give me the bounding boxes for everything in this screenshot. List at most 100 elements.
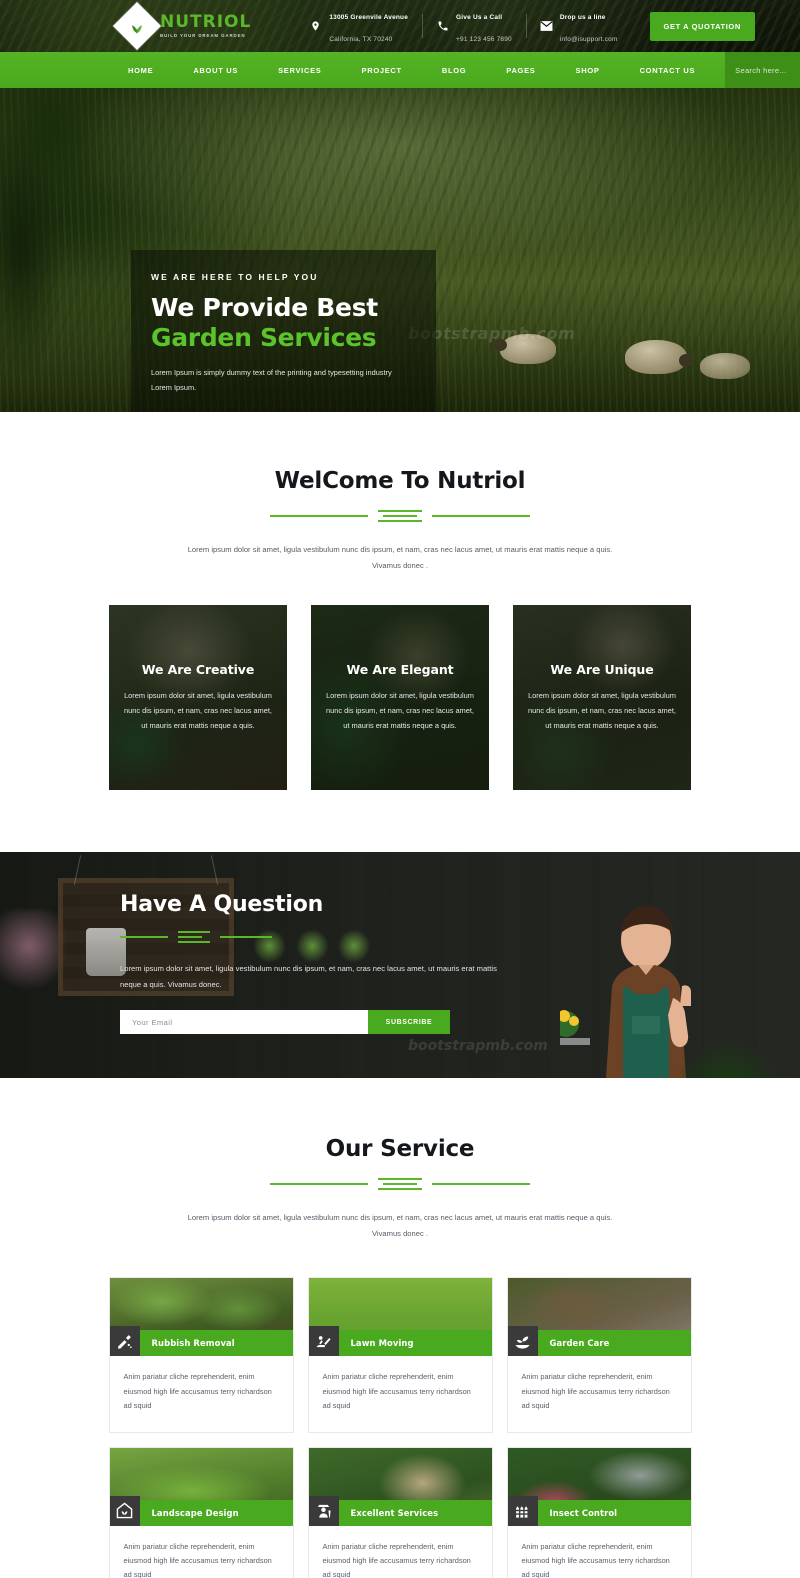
question-content: Have A Question Lorem ipsum dolor sit am… bbox=[120, 892, 540, 1035]
divider-center bbox=[378, 510, 422, 522]
divider-bar-left bbox=[270, 1183, 368, 1186]
service-desc: Anim pariatur cliche reprehenderit, enim… bbox=[123, 1372, 272, 1411]
divider-bar-right bbox=[432, 515, 530, 517]
service-photo: Garden Care bbox=[507, 1278, 691, 1357]
service-desc: Anim pariatur cliche reprehenderit, enim… bbox=[521, 1541, 670, 1578]
welcome-card[interactable]: We Are Creative Lorem ipsum dolor sit am… bbox=[109, 605, 287, 791]
divider-bar-left bbox=[120, 936, 168, 939]
welcome-subtitle: Lorem ipsum dolor sit amet, ligula vesti… bbox=[187, 545, 613, 570]
banner-flowers-decor bbox=[0, 910, 64, 1001]
nav-item-services[interactable]: SERVICES bbox=[258, 66, 341, 75]
location-pin-icon bbox=[309, 19, 322, 34]
welcome-card[interactable]: We Are Elegant Lorem ipsum dolor sit ame… bbox=[311, 605, 489, 791]
hero-sheep-decor bbox=[700, 353, 750, 379]
hero-text-panel: WE ARE HERE TO HELP YOU We Provide Best … bbox=[131, 250, 436, 412]
search-input[interactable] bbox=[735, 65, 800, 75]
welcome-divider bbox=[0, 510, 800, 522]
service-photo: Excellent Services bbox=[308, 1447, 492, 1526]
house-plant-icon bbox=[109, 1495, 140, 1526]
fence-icon bbox=[507, 1495, 538, 1526]
welcome-cards: We Are Creative Lorem ipsum dolor sit am… bbox=[0, 605, 800, 791]
nav-links: HOME ABOUT US SERVICES PROJECT BLOG PAGE… bbox=[120, 66, 715, 75]
nav-item-contact-us[interactable]: CONTACT US bbox=[620, 66, 716, 75]
service-desc: Anim pariatur cliche reprehenderit, enim… bbox=[322, 1372, 471, 1411]
seedling-hand-icon bbox=[507, 1326, 538, 1357]
contact-address: 13005 Greenvile Avenue California, TX 70… bbox=[295, 4, 422, 47]
divider-center bbox=[378, 1178, 422, 1191]
hero-banner: bootstrapmb.com WE ARE HERE TO HELP YOU … bbox=[0, 88, 800, 412]
question-divider bbox=[120, 931, 540, 944]
divider-bar-right bbox=[432, 1183, 530, 1186]
service-title-bar: Excellent Services bbox=[308, 1495, 492, 1526]
envelope-icon bbox=[540, 19, 553, 34]
welcome-card-text: Lorem ipsum dolor sit amet, ligula vesti… bbox=[326, 690, 474, 731]
service-card[interactable]: Lawn Moving Anim pariatur cliche reprehe… bbox=[307, 1277, 493, 1433]
brand-logo[interactable]: NUTRIOL BUILD YOUR DREAM GARDEN bbox=[112, 1, 252, 51]
contact-phone-line2: +91 123 456 7890 bbox=[456, 36, 512, 43]
service-title-bar: Lawn Moving bbox=[308, 1326, 492, 1357]
contact-phone-line1: Give Us a Call bbox=[456, 14, 503, 22]
phone-icon bbox=[436, 19, 449, 34]
services-section: Our Service Lorem ipsum dolor sit amet, … bbox=[0, 1078, 800, 1578]
service-card[interactable]: Garden Care Anim pariatur cliche reprehe… bbox=[506, 1277, 692, 1433]
contact-info-group: 13005 Greenvile Avenue California, TX 70… bbox=[295, 4, 631, 47]
email-input[interactable] bbox=[120, 1010, 368, 1035]
service-card[interactable]: Excellent Services Anim pariatur cliche … bbox=[307, 1446, 493, 1578]
service-card[interactable]: Landscape Design Anim pariatur cliche re… bbox=[108, 1446, 294, 1578]
service-name: Landscape Design bbox=[151, 1507, 239, 1518]
contact-email-line1: Drop us a line bbox=[559, 14, 606, 22]
nav-item-pages[interactable]: PAGES bbox=[486, 66, 555, 75]
services-divider bbox=[0, 1178, 800, 1191]
contact-address-line1: 13005 Greenvile Avenue bbox=[329, 14, 409, 22]
page-root: NUTRIOL BUILD YOUR DREAM GARDEN 13005 Gr… bbox=[0, 0, 800, 1578]
service-card[interactable]: Insect Control Anim pariatur cliche repr… bbox=[506, 1446, 692, 1578]
search-box[interactable] bbox=[725, 52, 800, 88]
service-name: Rubbish Removal bbox=[151, 1338, 235, 1349]
subscribe-form: SUBSCRIBE bbox=[120, 1010, 450, 1035]
service-name: Insect Control bbox=[549, 1507, 618, 1518]
contact-email: Drop us a line info@isupport.com bbox=[526, 4, 632, 47]
welcome-card-text: Lorem ipsum dolor sit amet, ligula vesti… bbox=[124, 690, 272, 731]
service-desc: Anim pariatur cliche reprehenderit, enim… bbox=[521, 1372, 670, 1411]
hero-eyebrow: WE ARE HERE TO HELP YOU bbox=[151, 272, 319, 282]
question-banner: bootstrapmb.com Have A Question Lorem ip… bbox=[0, 852, 800, 1079]
divider-center bbox=[178, 931, 210, 944]
main-navigation: HOME ABOUT US SERVICES PROJECT BLOG PAGE… bbox=[0, 52, 800, 88]
nav-item-about-us[interactable]: ABOUT US bbox=[173, 66, 258, 75]
service-photo: Lawn Moving bbox=[308, 1278, 492, 1357]
service-title-bar: Insect Control bbox=[507, 1495, 691, 1526]
hero-paragraph: Lorem Ipsum is simply dummy text of the … bbox=[151, 368, 392, 392]
service-name: Excellent Services bbox=[350, 1507, 439, 1518]
nav-item-blog[interactable]: BLOG bbox=[422, 66, 486, 75]
hero-title-line1: We Provide Best bbox=[151, 293, 378, 322]
brand-name: NUTRIOL bbox=[160, 11, 252, 32]
services-subtitle: Lorem ipsum dolor sit amet, ligula vesti… bbox=[187, 1213, 613, 1238]
services-grid: Rubbish Removal Anim pariatur cliche rep… bbox=[108, 1277, 692, 1578]
hero-tree-decor bbox=[0, 88, 140, 368]
welcome-card[interactable]: We Are Unique Lorem ipsum dolor sit amet… bbox=[513, 605, 691, 791]
top-bar: NUTRIOL BUILD YOUR DREAM GARDEN 13005 Gr… bbox=[0, 0, 800, 52]
contact-address-line2: California, TX 70240 bbox=[329, 36, 393, 43]
welcome-card-text: Lorem ipsum dolor sit amet, ligula vesti… bbox=[528, 690, 676, 731]
divider-bar-left bbox=[270, 515, 368, 517]
nav-item-home[interactable]: HOME bbox=[120, 66, 173, 75]
contact-email-line2: info@isupport.com bbox=[559, 36, 618, 43]
service-name: Garden Care bbox=[549, 1338, 610, 1349]
service-card[interactable]: Rubbish Removal Anim pariatur cliche rep… bbox=[108, 1277, 294, 1433]
question-title: Have A Question bbox=[120, 892, 324, 918]
nav-item-project[interactable]: PROJECT bbox=[342, 66, 422, 75]
gardener-person-icon bbox=[308, 1495, 339, 1526]
services-title: Our Service bbox=[325, 1136, 475, 1163]
nav-item-shop[interactable]: SHOP bbox=[556, 66, 620, 75]
brand-tagline: BUILD YOUR DREAM GARDEN bbox=[160, 32, 246, 38]
shovel-dirt-icon bbox=[109, 1326, 140, 1357]
service-photo: Insect Control bbox=[507, 1447, 691, 1526]
flower-tray-decor bbox=[560, 1010, 590, 1046]
subscribe-button[interactable]: SUBSCRIBE bbox=[368, 1010, 450, 1035]
get-a-quotation-button[interactable]: GET A QUOTATION bbox=[649, 11, 755, 41]
welcome-card-title: We Are Unique bbox=[550, 661, 654, 677]
service-desc: Anim pariatur cliche reprehenderit, enim… bbox=[123, 1541, 272, 1578]
service-title-bar: Landscape Design bbox=[109, 1495, 293, 1526]
service-name: Lawn Moving bbox=[350, 1338, 414, 1349]
lawn-mower-icon bbox=[308, 1326, 339, 1357]
